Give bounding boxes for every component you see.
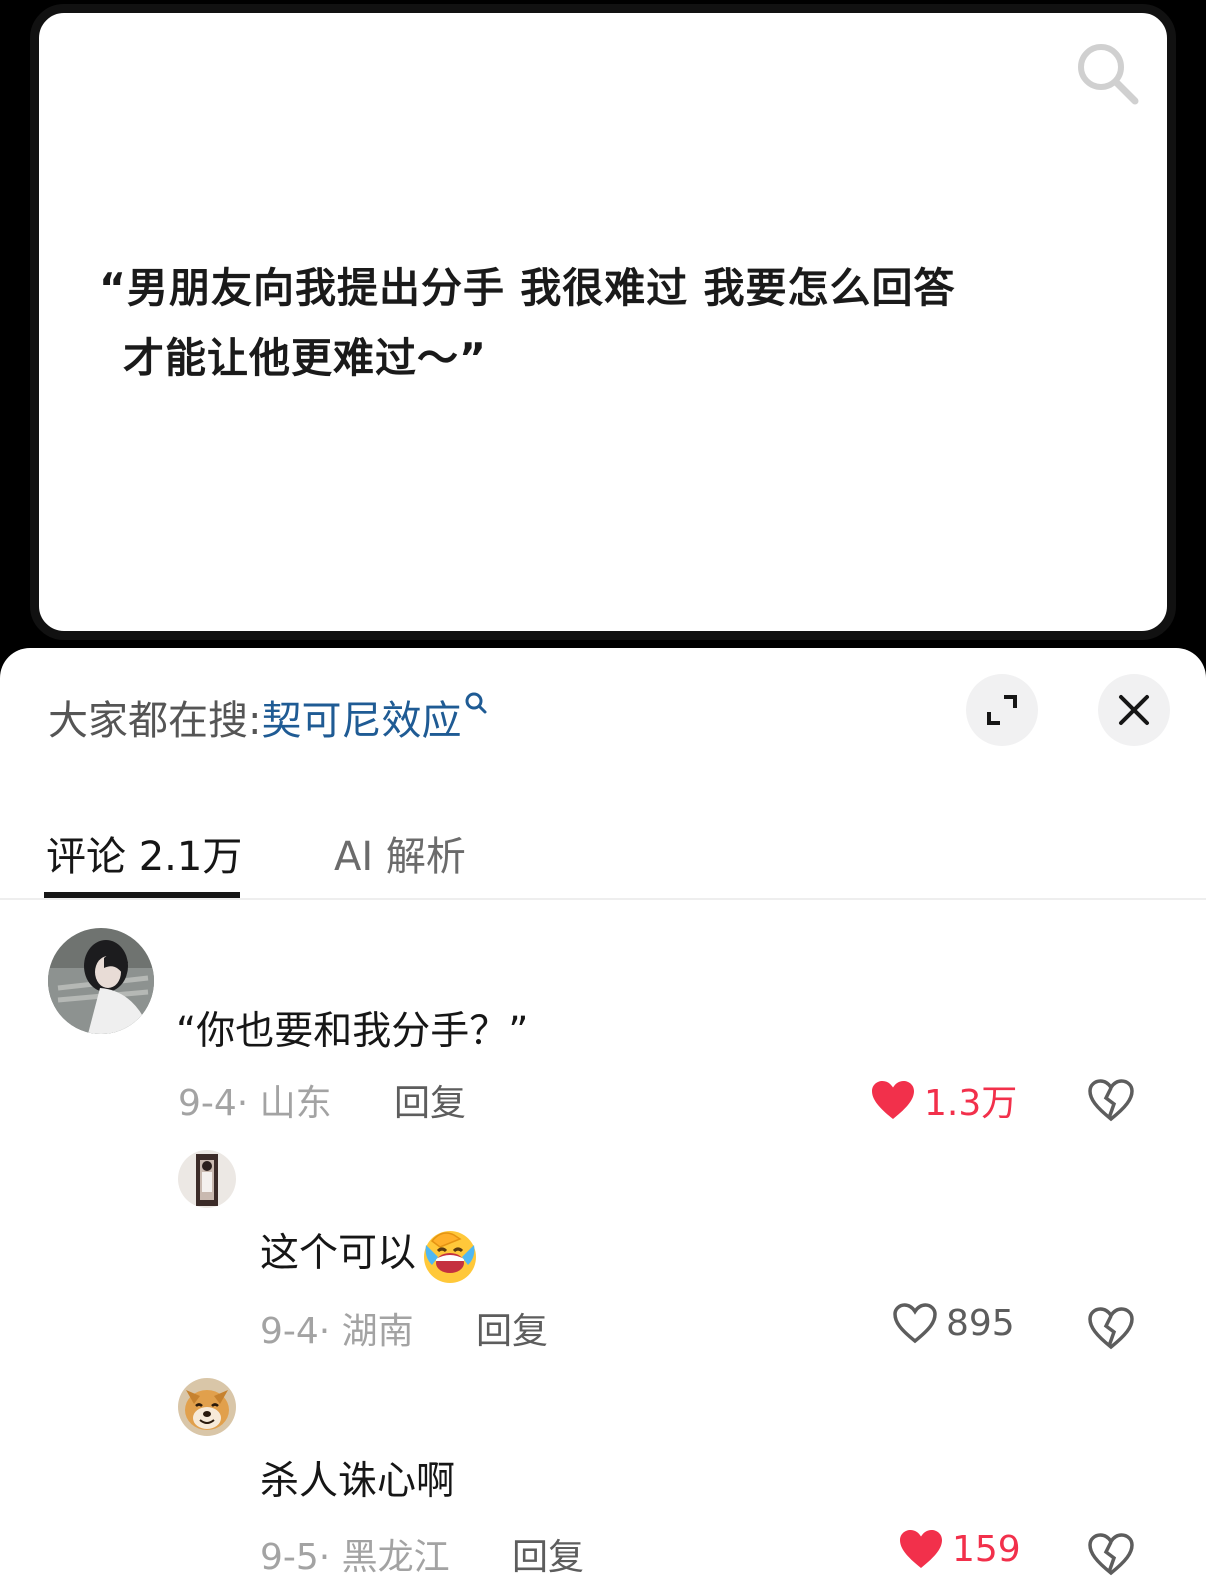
tab-bar: 评论 2.1万 AI 解析 [0, 788, 1206, 900]
comment-text: 杀人诛心啊 [260, 1459, 456, 1504]
search-suggestion-prefix: 大家都在搜: [48, 698, 262, 744]
reply-comment-item: 杀人诛心啊 9-5· 黑龙江 回复 159 [0, 1378, 1206, 1594]
expand-icon [987, 695, 1017, 725]
comment-meta: 9-4· 山东 [178, 1083, 332, 1124]
like-button[interactable]: 159 [898, 1528, 1021, 1570]
comment-meta: 9-4· 湖南 [260, 1311, 414, 1352]
comment-text: 这个可以 [260, 1222, 480, 1285]
reply-button[interactable]: 回复 [512, 1528, 584, 1580]
heart-filled-icon [900, 1530, 942, 1568]
like-button[interactable]: 1.3万 [870, 1074, 1017, 1126]
close-button[interactable] [1098, 674, 1170, 746]
comment-text-content: 这个可以 [260, 1231, 417, 1276]
search-suggestion-keyword[interactable]: 契可尼效应 [261, 698, 461, 744]
like-count: 159 [952, 1528, 1021, 1570]
quote-text: “男朋友向我提出分手 我很难过 我要怎么回答 才能让他更难过～” [99, 253, 1079, 393]
heart-filled-icon [872, 1081, 914, 1119]
heart-outline-icon [893, 1303, 937, 1344]
avatar[interactable] [178, 1150, 236, 1208]
expand-button[interactable] [966, 674, 1038, 746]
quote-line-1: “男朋友向我提出分手 我很难过 我要怎么回答 [99, 264, 956, 312]
quote-card: “男朋友向我提出分手 我很难过 我要怎么回答 才能让他更难过～” [30, 4, 1176, 640]
comment-item: “你也要和我分手？” 9-4· 山东 回复 1.3万 [0, 928, 1206, 1128]
video-area[interactable]: “男朋友向我提出分手 我很难过 我要怎么回答 才能让他更难过～” [0, 0, 1206, 660]
dislike-broken-heart-icon[interactable] [1088, 1078, 1134, 1122]
comment-sheet: 大家都在搜:契可尼效应 评论 2.1万 AI 解析 “你也要和我分手？” 9-4… [0, 648, 1206, 1594]
avatar[interactable] [48, 928, 154, 1034]
dislike-broken-heart-icon[interactable] [1088, 1306, 1134, 1350]
reply-button[interactable]: 回复 [394, 1074, 466, 1126]
comment-text: “你也要和我分手？” [176, 1009, 529, 1054]
like-button[interactable]: 895 [892, 1302, 1015, 1344]
avatar[interactable] [178, 1378, 236, 1436]
reply-button[interactable]: 回复 [476, 1302, 548, 1354]
comment-meta: 9-5· 黑龙江 [260, 1537, 450, 1578]
like-count: 895 [946, 1302, 1015, 1344]
search-icon [1078, 44, 1139, 105]
avatar-image [48, 928, 154, 1034]
search-icon [465, 692, 487, 714]
close-icon [1119, 695, 1149, 725]
like-count: 1.3万 [924, 1083, 1018, 1124]
tab-comments[interactable]: 评论 2.1万 [46, 824, 242, 882]
search-suggestion[interactable]: 大家都在搜:契可尼效应 [48, 688, 489, 746]
dislike-broken-heart-icon[interactable] [1088, 1532, 1134, 1576]
active-tab-indicator [44, 892, 240, 898]
quote-line-2: 才能让他更难过～” [123, 334, 487, 382]
avatar-image [178, 1378, 236, 1436]
avatar-image [178, 1150, 236, 1208]
laughing-crying-emoji [424, 1230, 477, 1283]
tab-ai-analysis[interactable]: AI 解析 [334, 824, 466, 882]
reply-comment-item: 这个可以 9-4· 湖南 回复 895 [0, 1150, 1206, 1352]
